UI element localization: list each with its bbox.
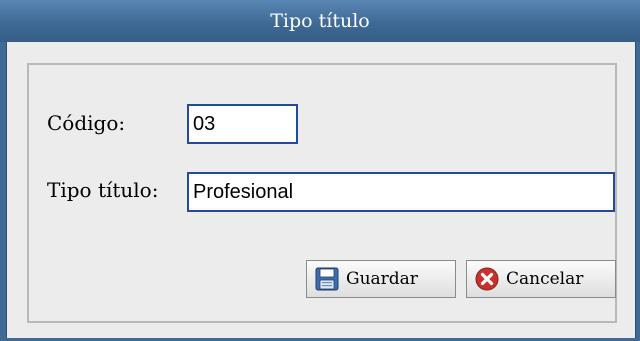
save-button[interactable]: Guardar: [306, 260, 456, 298]
dialog-title: Tipo título: [270, 10, 370, 32]
tipo-titulo-field[interactable]: [187, 172, 615, 212]
dialog-window: Tipo título Código: Tipo título: Guardar…: [0, 0, 640, 341]
cancel-button[interactable]: Cancelar: [466, 260, 616, 298]
dialog-titlebar[interactable]: Tipo título: [0, 0, 640, 42]
cancel-button-label: Cancelar: [506, 269, 584, 289]
save-button-label: Guardar: [346, 269, 418, 289]
tipo-titulo-label: Tipo título:: [47, 178, 159, 202]
red-x-icon: [475, 267, 499, 291]
floppy-disk-icon: [315, 267, 339, 291]
codigo-field[interactable]: [187, 104, 298, 144]
codigo-label: Código:: [47, 111, 126, 135]
